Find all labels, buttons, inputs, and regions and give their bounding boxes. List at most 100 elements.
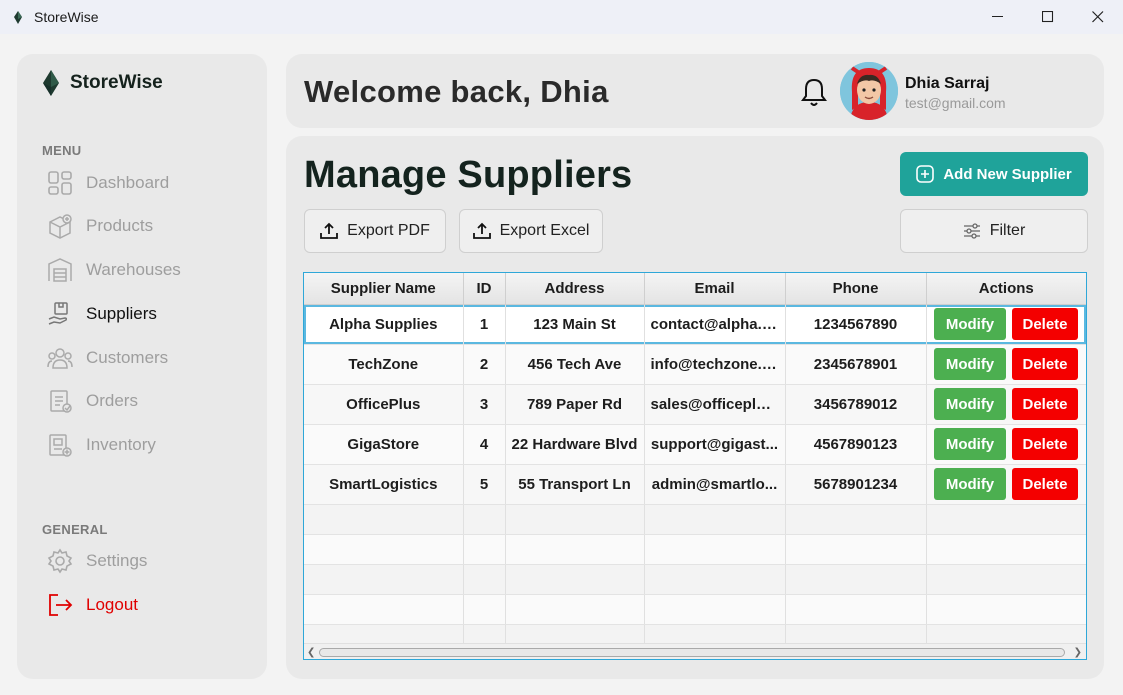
logout-icon	[46, 591, 74, 619]
minimize-button[interactable]	[973, 0, 1023, 34]
sidebar-item-logout[interactable]: Logout	[46, 590, 246, 620]
table-row[interactable]: SmartLogistics 5 55 Transport Ln admin@s…	[304, 464, 1086, 505]
sidebar-item-label: Suppliers	[86, 304, 157, 323]
modify-button[interactable]: Modify	[934, 428, 1006, 460]
sidebar-item-products[interactable]: Products	[46, 211, 246, 241]
horizontal-scrollbar[interactable]: ❮ ❯	[304, 643, 1086, 659]
upload-icon	[472, 222, 491, 239]
delete-button[interactable]: Delete	[1012, 308, 1078, 340]
sidebar-item-dashboard[interactable]: Dashboard	[46, 168, 246, 198]
general-section-label: GENERAL	[42, 522, 108, 537]
cell-id: 5	[463, 464, 506, 505]
empty-row	[304, 594, 1086, 625]
cell-address: 55 Transport Ln	[505, 464, 645, 505]
cell-supplier-name: GigaStore	[304, 424, 464, 465]
suppliers-icon	[46, 300, 74, 328]
cell-id: 1	[463, 304, 506, 345]
cell-id: 3	[463, 384, 506, 425]
cell-supplier-name: OfficePlus	[304, 384, 464, 425]
modify-button[interactable]: Modify	[934, 308, 1006, 340]
sidebar-item-inventory[interactable]: Inventory	[46, 430, 246, 460]
sidebar-item-customers[interactable]: Customers	[46, 343, 246, 373]
column-header-email[interactable]: Email	[644, 273, 786, 305]
user-name: Dhia Sarraj	[905, 75, 990, 92]
modify-button[interactable]: Modify	[934, 388, 1006, 420]
cell-address: 22 Hardware Blvd	[505, 424, 645, 465]
sidebar-item-label: Logout	[86, 595, 138, 614]
welcome-message: Welcome back, Dhia	[304, 74, 609, 109]
window-titlebar: StoreWise	[0, 0, 1123, 34]
sliders-icon	[963, 223, 980, 239]
table-row[interactable]: GigaStore 4 22 Hardware Blvd support@gig…	[304, 424, 1086, 465]
sidebar-item-warehouses[interactable]: Warehouses	[46, 255, 246, 285]
menu-section-label: MENU	[42, 143, 82, 158]
table-row[interactable]: OfficePlus 3 789 Paper Rd sales@officepl…	[304, 384, 1086, 425]
cell-phone: 4567890123	[785, 424, 927, 465]
sidebar-item-label: Dashboard	[86, 173, 170, 192]
export-excel-label: Export Excel	[499, 222, 590, 239]
column-header-phone[interactable]: Phone	[785, 273, 927, 305]
inventory-icon	[46, 431, 74, 459]
export-pdf-label: Export PDF	[347, 222, 430, 239]
scroll-right-icon[interactable]: ❯	[1074, 647, 1082, 658]
close-button[interactable]	[1073, 0, 1123, 34]
table-row[interactable]: Alpha Supplies 1 123 Main St contact@alp…	[304, 304, 1086, 345]
gear-icon	[46, 547, 74, 575]
empty-row	[304, 504, 1086, 535]
plus-square-icon	[916, 165, 935, 183]
sidebar-item-label: Warehouses	[86, 260, 181, 279]
app-logo-icon	[11, 10, 25, 24]
cell-phone: 2345678901	[785, 344, 927, 385]
brand-name: StoreWise	[70, 72, 163, 93]
user-email: test@gmail.com	[905, 95, 1006, 111]
bell-icon[interactable]	[799, 76, 829, 108]
dashboard-icon	[46, 169, 74, 197]
scrollbar-thumb[interactable]	[319, 648, 1065, 657]
delete-button[interactable]: Delete	[1012, 468, 1078, 500]
main-panel: Manage Suppliers Add New Supplier Export…	[286, 136, 1104, 679]
cell-address: 789 Paper Rd	[505, 384, 645, 425]
column-header-actions[interactable]: Actions	[926, 273, 1086, 305]
avatar[interactable]	[840, 62, 898, 120]
cell-supplier-name: TechZone	[304, 344, 464, 385]
sidebar-item-settings[interactable]: Settings	[46, 546, 246, 576]
modify-button[interactable]: Modify	[934, 468, 1006, 500]
empty-row	[304, 564, 1086, 595]
cell-email: admin@smartlo...	[644, 464, 786, 505]
sidebar-item-label: Products	[86, 216, 154, 235]
delete-button[interactable]: Delete	[1012, 388, 1078, 420]
cell-actions: Modify Delete	[926, 304, 1086, 345]
maximize-button[interactable]	[1023, 0, 1073, 34]
suppliers-table: Supplier Name ID Address Email Phone Act…	[303, 272, 1087, 660]
table-row[interactable]: TechZone 2 456 Tech Ave info@techzone.c.…	[304, 344, 1086, 385]
delete-button[interactable]: Delete	[1012, 348, 1078, 380]
products-icon	[46, 212, 74, 240]
sidebar-item-orders[interactable]: Orders	[46, 386, 246, 416]
cell-phone: 5678901234	[785, 464, 927, 505]
delete-button[interactable]: Delete	[1012, 428, 1078, 460]
filter-button[interactable]: Filter	[900, 209, 1088, 253]
cell-supplier-name: SmartLogistics	[304, 464, 464, 505]
sidebar: StoreWise MENU Dashboard Products Wareho…	[17, 54, 267, 679]
add-supplier-button[interactable]: Add New Supplier	[900, 152, 1088, 196]
column-header-address[interactable]: Address	[505, 273, 645, 305]
column-header-id[interactable]: ID	[463, 273, 506, 305]
orders-icon	[46, 387, 74, 415]
cell-email: support@gigast...	[644, 424, 786, 465]
add-supplier-label: Add New Supplier	[943, 165, 1072, 183]
table-header-row: Supplier Name ID Address Email Phone Act…	[304, 273, 1086, 305]
export-excel-button[interactable]: Export Excel	[459, 209, 603, 253]
cell-actions: Modify Delete	[926, 424, 1086, 465]
empty-row	[304, 534, 1086, 565]
export-pdf-button[interactable]: Export PDF	[304, 209, 446, 253]
page-title: Manage Suppliers	[304, 154, 633, 196]
cell-email: sales@officeplus...	[644, 384, 786, 425]
cell-id: 2	[463, 344, 506, 385]
column-header-supplier-name[interactable]: Supplier Name	[304, 273, 464, 305]
sidebar-item-label: Inventory	[86, 435, 156, 454]
modify-button[interactable]: Modify	[934, 348, 1006, 380]
cell-phone: 3456789012	[785, 384, 927, 425]
scroll-left-icon[interactable]: ❮	[307, 647, 315, 658]
cell-actions: Modify Delete	[926, 344, 1086, 385]
sidebar-item-suppliers[interactable]: Suppliers	[46, 299, 246, 329]
